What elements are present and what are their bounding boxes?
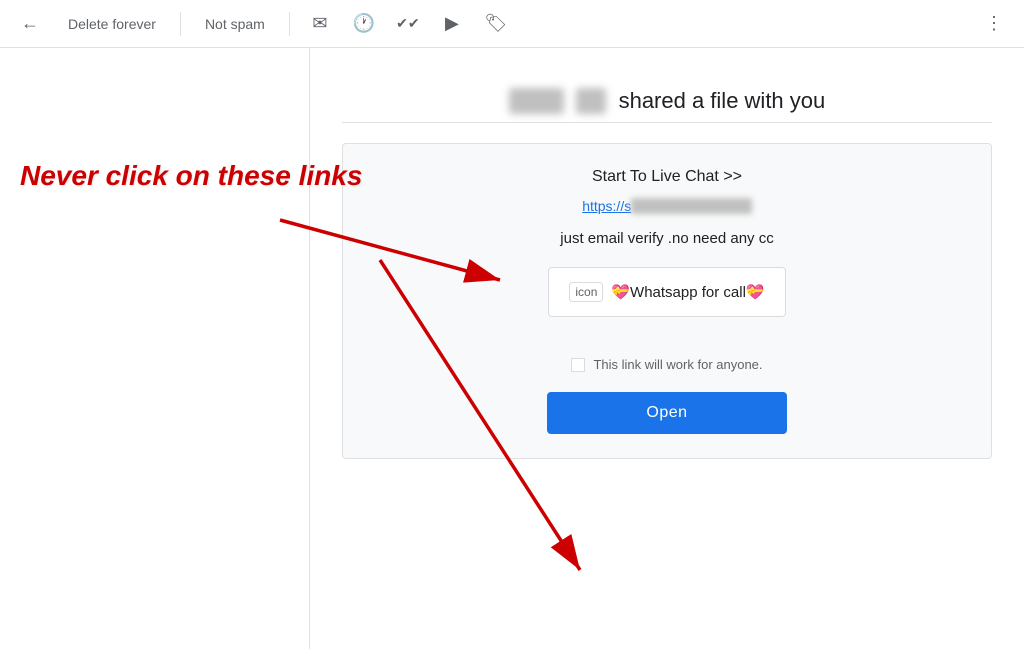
whatsapp-box: icon 💝Whatsapp for call💝 [548, 267, 785, 317]
snooze-icon: 🕐 [353, 13, 375, 34]
live-chat-label: Start To Live Chat >> [383, 168, 951, 186]
mark-done-button[interactable]: ✔✔ [390, 6, 426, 42]
label-button[interactable]: 🏷 [478, 6, 514, 42]
label-icon: 🏷 [484, 13, 507, 34]
toolbar-divider-2 [289, 12, 290, 36]
whatsapp-text: 💝Whatsapp for call💝 [611, 283, 764, 301]
more-options-button[interactable]: ⋮ [976, 6, 1012, 42]
email-body: Start To Live Chat >> https://s just ema… [342, 143, 992, 459]
sender-name-blurred-1 [509, 88, 564, 114]
link-blurred [631, 198, 752, 214]
link-notice-text: This link will work for anyone. [593, 357, 762, 372]
left-sidebar [0, 48, 310, 649]
link-start: https://s [582, 198, 631, 214]
email-icon-button[interactable]: ✉ [302, 6, 338, 42]
move-button[interactable]: ▶ [434, 6, 470, 42]
phishing-link[interactable]: https://s [383, 198, 951, 214]
email-pane: shared a file with you Start To Live Cha… [310, 48, 1024, 649]
toolbar: ← Delete forever Not spam ✉ 🕐 ✔✔ ▶ 🏷 ⋮ [0, 0, 1024, 48]
checkbox[interactable] [571, 358, 585, 372]
back-button[interactable]: ← [12, 6, 48, 42]
email-icon: ✉ [312, 13, 327, 34]
move-icon: ▶ [445, 13, 459, 34]
snooze-button[interactable]: 🕐 [346, 6, 382, 42]
sender-name-blurred-2 [576, 88, 607, 114]
open-button[interactable]: Open [547, 392, 787, 434]
back-icon: ← [21, 13, 39, 34]
checkmark-icon: ✔✔ [396, 15, 419, 32]
more-icon: ⋮ [985, 13, 1003, 34]
link-notice-row: This link will work for anyone. [383, 357, 951, 372]
toolbar-divider [180, 12, 181, 36]
email-subject: shared a file with you [342, 72, 992, 123]
verify-text: just email verify .no need any cc [383, 230, 951, 247]
delete-forever-button[interactable]: Delete forever [56, 10, 168, 38]
icon-label: icon [569, 282, 603, 302]
subject-suffix: shared a file with you [619, 88, 826, 113]
main-content: shared a file with you Start To Live Cha… [0, 48, 1024, 649]
not-spam-button[interactable]: Not spam [193, 10, 277, 38]
